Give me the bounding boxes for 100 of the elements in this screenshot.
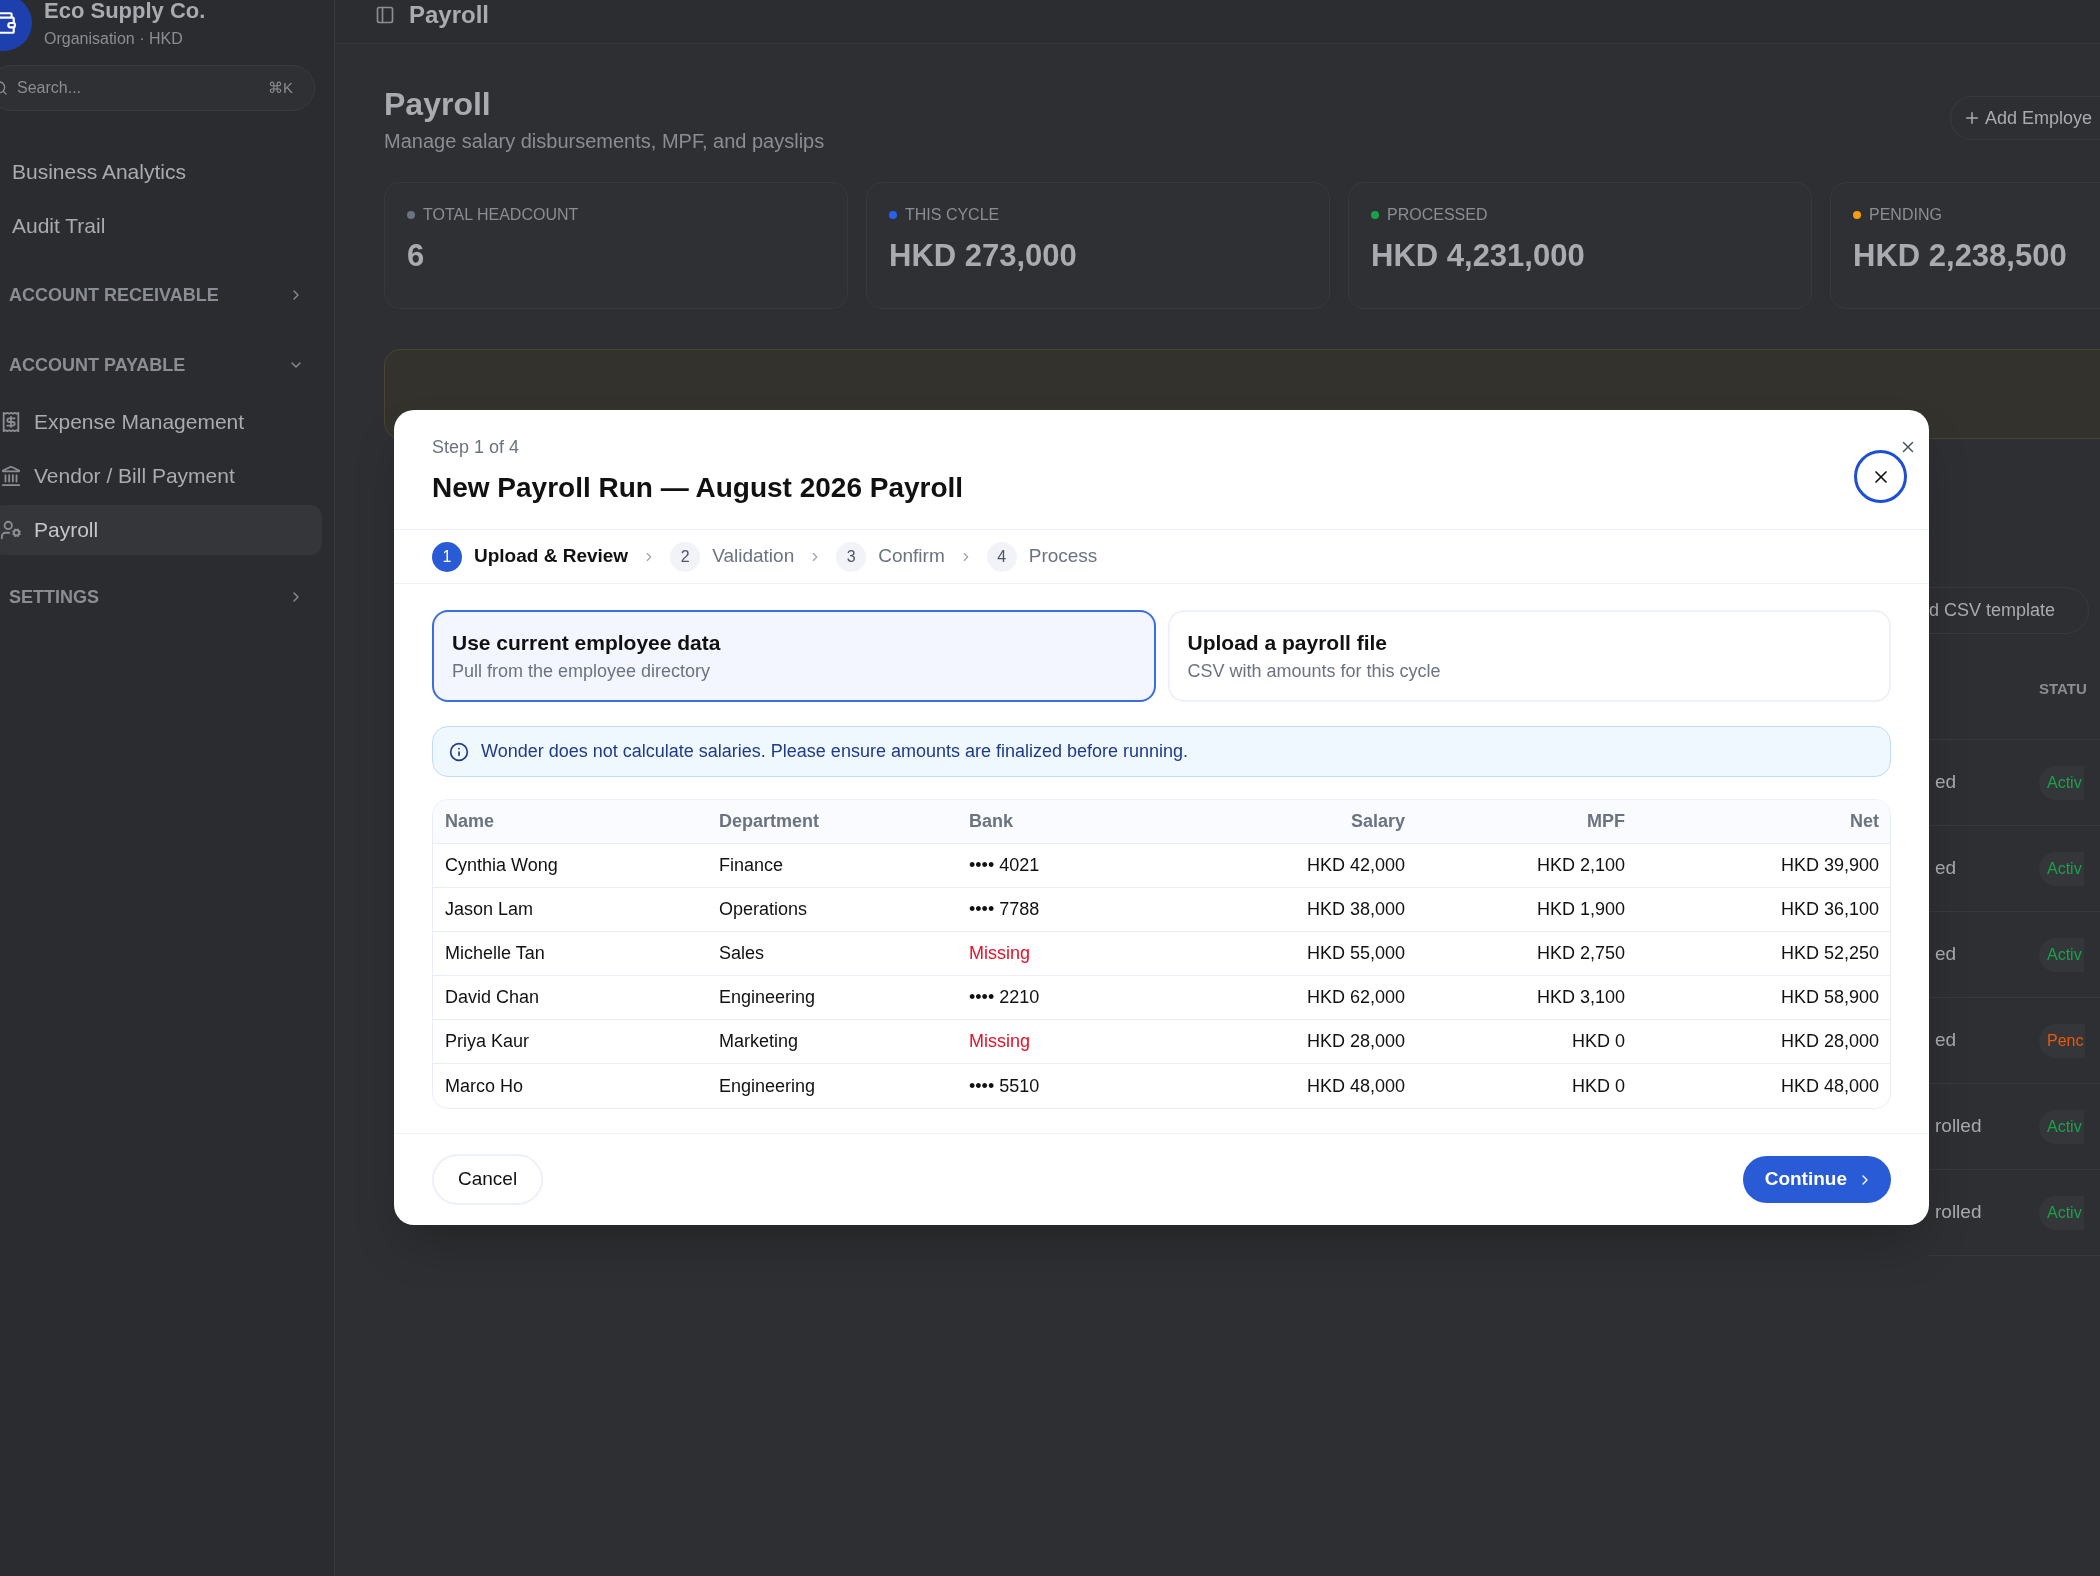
table-cell-text: •••• 7788: [968, 898, 1041, 921]
table-cell-text: Engineering: [718, 986, 817, 1009]
table-cell-text: Marketing: [718, 1030, 800, 1053]
column-header: Department: [718, 810, 821, 833]
table-cell-text: HKD 58,900: [1779, 986, 1880, 1009]
table-cell-text: Engineering: [718, 1074, 817, 1098]
table-cell-text: •••• 5510: [968, 1074, 1041, 1098]
table-cell-text: HKD 1,900: [1535, 898, 1626, 921]
step-name: Confirm: [878, 544, 945, 569]
info-icon: [449, 741, 469, 762]
table-cell-text: David Chan: [444, 986, 541, 1009]
nav-icon: [0, 465, 22, 487]
page-title: Payroll: [384, 85, 492, 124]
column-header: Net: [1849, 810, 1880, 833]
column-header: STATU: [2039, 679, 2087, 700]
status-badge: Activ: [2039, 765, 2084, 800]
step-name: Validation: [712, 544, 795, 569]
notice-text: Wonder does not calculate salaries. Please ensure amounts are finalized before running.: [481, 740, 1189, 763]
table-cell-text: •••• 2210: [968, 986, 1041, 1009]
stat-value: 6: [407, 237, 426, 275]
table-cell-text: HKD 2,750: [1535, 942, 1626, 965]
add-employee-button[interactable]: Add Employe: [1949, 96, 2100, 140]
table-cell-text: HKD 62,000: [1305, 986, 1406, 1009]
header-title: Payroll: [409, 0, 490, 30]
table-cell-text: Sales: [718, 942, 766, 965]
step-tab[interactable]: 1 Upload & Review: [432, 541, 629, 572]
section-header[interactable]: ACCOUNT PAYABLE: [0, 337, 334, 393]
step-number: 3: [836, 541, 867, 572]
status-badge: Activ: [2039, 1109, 2084, 1144]
status-badge: Activ: [2039, 1195, 2084, 1230]
nav-item[interactable]: Payroll: [0, 505, 322, 555]
table-cell-text: HKD 28,000: [1779, 1030, 1880, 1053]
table-cell-text: HKD 2,100: [1535, 854, 1626, 877]
table-cell-text: rolled: [1934, 1200, 1983, 1225]
table-cell-text: ed: [1934, 1028, 1958, 1053]
table-cell-text: •••• 4021: [968, 854, 1041, 877]
column-header: Salary: [1349, 810, 1406, 833]
cancel-button[interactable]: Cancel: [432, 1154, 544, 1205]
table-cell-text: HKD 38,000: [1305, 898, 1406, 921]
step-name: Upload & Review: [474, 544, 629, 569]
stat-label: TOTAL HEADCOUNT: [423, 205, 579, 225]
sidebar-toggle-icon[interactable]: [375, 4, 395, 25]
table-cell-text: ed: [1934, 770, 1958, 795]
table-cell-text: HKD 0: [1571, 1030, 1626, 1053]
close-button[interactable]: [1854, 450, 1907, 503]
org-subtitle: Organisation · HKD: [44, 29, 184, 49]
table-cell-text: Cynthia Wong: [444, 854, 559, 877]
nav-item[interactable]: Expense Management: [0, 397, 322, 447]
nav-link[interactable]: Business Analytics: [0, 145, 334, 199]
table-cell-text: Missing: [968, 1030, 1031, 1053]
source-option[interactable]: Use current employee data Pull from the employee directory: [432, 610, 1156, 702]
table-cell-text: ed: [1934, 942, 1958, 967]
page-subtitle: Manage salary disbursements, MPF, and payslips: [384, 129, 825, 154]
table-cell-text: ed: [1934, 856, 1958, 881]
table-cell-text: Michelle Tan: [444, 942, 546, 965]
table-cell-text: Marco Ho: [444, 1074, 525, 1098]
step-label: Step 1 of 4: [432, 436, 521, 459]
status-badge: Penc: [2039, 1023, 2086, 1058]
table-cell-text: rolled: [1934, 1114, 1983, 1139]
table-cell-text: Priya Kaur: [444, 1030, 531, 1053]
step-number: 4: [986, 541, 1017, 572]
step-tab[interactable]: 4 Process: [986, 541, 1098, 572]
step-name: Process: [1028, 544, 1098, 569]
shortcut-hint: ⌘K: [268, 78, 293, 98]
table-cell-text: HKD 42,000: [1305, 854, 1406, 877]
nav-item[interactable]: Vendor / Bill Payment: [0, 451, 322, 501]
column-header: Bank: [968, 810, 1014, 833]
stat-value: HKD 273,000: [889, 237, 1078, 275]
table-cell-text: HKD 36,100: [1779, 898, 1880, 921]
table-cell-text: HKD 39,900: [1779, 854, 1880, 877]
section-header[interactable]: SETTINGS: [0, 569, 334, 625]
nav-link[interactable]: Audit Trail: [0, 199, 334, 253]
stat-value: HKD 2,238,500: [1853, 237, 2068, 275]
stat-label: PENDING: [1869, 205, 1942, 225]
step-tab[interactable]: 2 Validation: [670, 541, 795, 572]
table-cell-text: HKD 28,000: [1305, 1030, 1406, 1053]
step-tab[interactable]: 3 Confirm: [836, 541, 945, 572]
stat-label: THIS CYCLE: [905, 205, 1000, 225]
status-badge: Activ: [2039, 937, 2084, 972]
stat-label: PROCESSED: [1387, 205, 1488, 225]
nav-icon: [0, 519, 22, 541]
table-cell-text: Missing: [968, 942, 1031, 965]
table-cell-text: HKD 48,000: [1779, 1074, 1880, 1098]
source-option[interactable]: Upload a payroll file CSV with amounts for this cycle: [1167, 610, 1891, 702]
template-button[interactable]: d CSV template: [1929, 587, 2089, 634]
table-cell-text: Jason Lam: [444, 898, 535, 921]
section-header[interactable]: ACCOUNT RECEIVABLE: [0, 267, 334, 323]
nav-icon: [0, 411, 22, 433]
dialog-title: New Payroll Run — August 2026 Payroll: [432, 471, 964, 505]
table-cell-text: HKD 0: [1571, 1074, 1626, 1098]
table-cell-text: Finance: [718, 854, 785, 877]
continue-button[interactable]: Continue: [1742, 1156, 1891, 1203]
column-header: Name: [444, 810, 496, 833]
status-badge: Activ: [2039, 851, 2084, 886]
table-cell-text: HKD 55,000: [1305, 942, 1406, 965]
table-cell-text: HKD 48,000: [1305, 1074, 1406, 1098]
column-header: MPF: [1586, 810, 1626, 833]
table-cell-text: HKD 52,250: [1779, 942, 1880, 965]
step-number: 2: [670, 541, 701, 572]
table-cell-text: HKD 3,100: [1535, 986, 1626, 1009]
